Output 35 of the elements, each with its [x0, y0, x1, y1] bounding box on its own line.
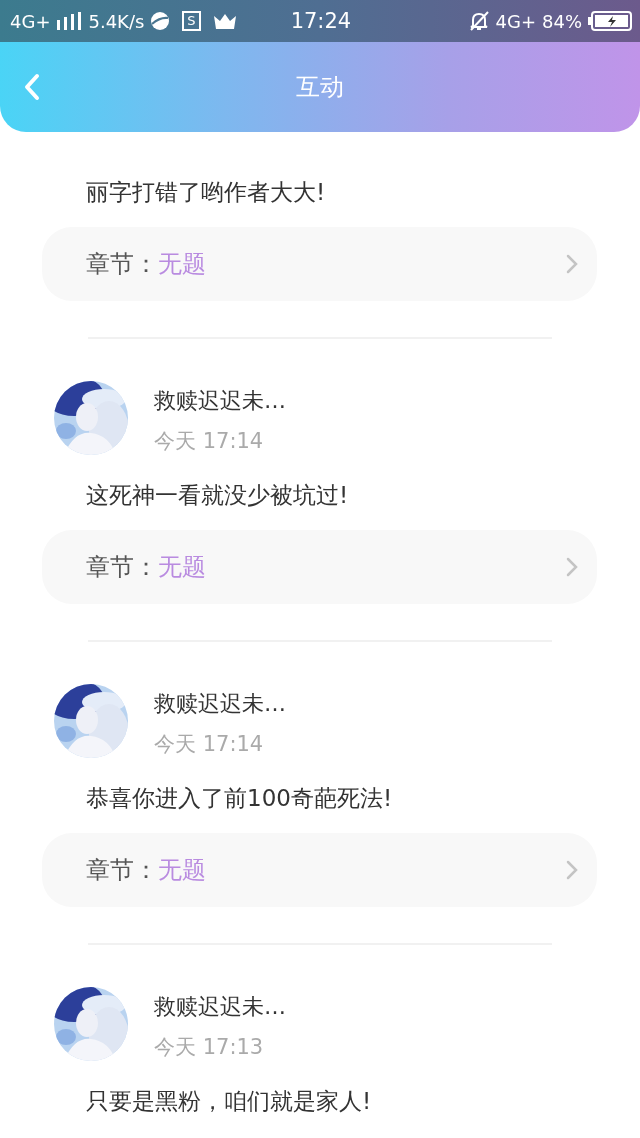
chapter-title: 无题	[158, 552, 206, 583]
chapter-link[interactable]: 章节：无题	[42, 530, 597, 604]
bell-off-icon	[467, 10, 490, 32]
chapter-label: 章节：	[86, 552, 158, 583]
page-title: 互动	[296, 72, 344, 103]
signal-icon	[56, 12, 83, 30]
network-type: 4G+	[495, 10, 536, 32]
network-type: 4G+	[10, 10, 51, 32]
back-icon[interactable]	[22, 73, 42, 101]
comment-text: 丽字打错了哟作者大大!	[86, 178, 327, 207]
comment-time: 今天 17:14	[154, 428, 265, 455]
chapter-title: 无题	[158, 249, 206, 280]
chapter-link[interactable]: 章节：无题	[42, 227, 597, 301]
user-name: 救赎迟迟未…	[154, 690, 286, 718]
battery-percent: 84%	[542, 10, 582, 32]
app-icon: S	[182, 11, 201, 31]
comment-text: 只要是黑粉，咱们就是家人!	[86, 1087, 373, 1116]
chapter-link[interactable]: 章节：无题	[42, 833, 597, 907]
user-name: 救赎迟迟未…	[154, 387, 286, 415]
chapter-title: 无题	[158, 855, 206, 886]
chevron-right-icon	[565, 556, 579, 578]
battery-icon	[588, 11, 632, 31]
comment-time: 今天 17:13	[154, 1034, 265, 1061]
chevron-right-icon	[565, 859, 579, 881]
chapter-label: 章节：	[86, 249, 158, 280]
comment-text: 这死神一看就没少被坑过!	[86, 481, 350, 510]
chevron-right-icon	[565, 253, 579, 275]
clock: 17:24	[290, 9, 352, 33]
network-speed: 5.4K/s	[88, 10, 145, 32]
crown-icon	[212, 12, 237, 30]
planet-icon	[150, 11, 171, 31]
user-name: 救赎迟迟未…	[154, 993, 286, 1021]
comment-text: 恭喜你进入了前100奇葩死法!	[86, 784, 394, 813]
comment-time: 今天 17:14	[154, 731, 265, 758]
chapter-label: 章节：	[86, 855, 158, 886]
